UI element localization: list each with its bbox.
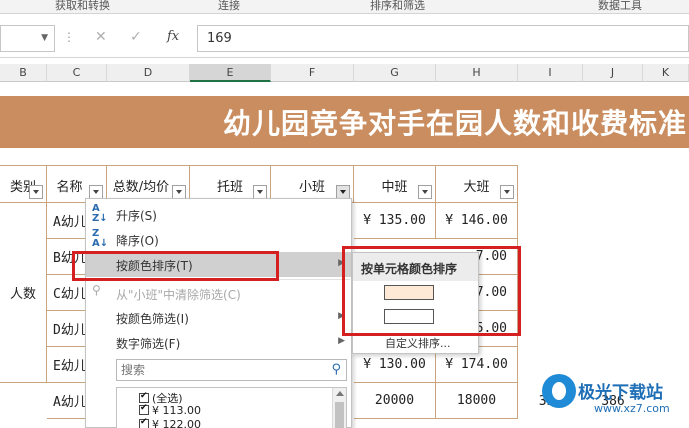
chevron-down-icon[interactable]: ▼ bbox=[41, 33, 48, 43]
chevron-right-icon: ▶ bbox=[338, 336, 345, 346]
column-header-h[interactable]: H bbox=[436, 64, 518, 82]
scroll-up-icon[interactable] bbox=[336, 391, 344, 396]
formula-input[interactable]: 169 bbox=[197, 25, 689, 52]
confirm-icon[interactable]: ✓ bbox=[130, 29, 142, 45]
cancel-icon[interactable]: ✕ bbox=[95, 29, 107, 45]
filter-dropdown-button[interactable] bbox=[500, 185, 514, 199]
insert-function-icon[interactable]: fx bbox=[167, 29, 179, 44]
sort-ascending-icon: A Z↓ bbox=[92, 203, 108, 224]
list-item[interactable]: ¥ 122.00 bbox=[139, 417, 201, 428]
formula-bar: ▼ ⋮ ✕ ✓ fx 169 bbox=[0, 20, 689, 58]
checkbox-checked-icon[interactable] bbox=[139, 417, 149, 428]
table-cell-big-class[interactable]: 18000 bbox=[436, 383, 518, 419]
filter-dropdown-button[interactable] bbox=[253, 185, 267, 199]
table-cell-middle-class[interactable]: 20000 bbox=[354, 383, 436, 419]
table-cell-big-class[interactable]: ¥ 146.00 bbox=[436, 203, 518, 239]
formula-buttons: ✕ ✓ fx bbox=[83, 25, 194, 52]
ribbon-group-connections: 连接 bbox=[218, 0, 240, 12]
header-name-label: 名称 bbox=[56, 180, 83, 195]
watermark-name: 极光下载站 bbox=[578, 383, 663, 403]
search-icon[interactable]: ⚲ bbox=[331, 362, 341, 377]
column-header-g[interactable]: G bbox=[354, 64, 436, 82]
menu-item-number-filter[interactable]: 数字筛选(F) ▶ bbox=[86, 330, 351, 355]
header-middle-class: 中班 bbox=[354, 165, 436, 203]
column-header-c[interactable]: C bbox=[47, 64, 107, 82]
column-header-b[interactable]: B bbox=[0, 64, 47, 82]
site-logo-icon bbox=[542, 374, 576, 408]
watermark-url: www.xz7.com bbox=[594, 402, 670, 415]
list-scrollbar[interactable] bbox=[332, 388, 346, 428]
header-big-class: 大班 bbox=[436, 165, 518, 203]
menu-item-filter-by-color[interactable]: 按颜色筛选(I) ▶ bbox=[86, 305, 351, 330]
column-header-i[interactable]: I bbox=[518, 64, 583, 82]
filter-value-list: (全选) ¥ 113.00 ¥ 122.00 bbox=[116, 387, 347, 428]
ribbon-group-sort-filter: 排序和筛选 bbox=[370, 0, 425, 12]
menu-item-clear-filter[interactable]: ⚲ 从"小班"中清除筛选(C) bbox=[86, 281, 351, 306]
checkbox-checked-icon[interactable] bbox=[139, 391, 149, 403]
column-header-k[interactable]: K bbox=[643, 64, 689, 82]
list-item[interactable]: ¥ 113.00 bbox=[139, 403, 201, 417]
ribbon-group-get-transform: 获取和转换 bbox=[55, 0, 110, 12]
table-cell-middle-class[interactable]: ¥ 135.00 bbox=[354, 203, 436, 239]
column-header-j[interactable]: J bbox=[583, 64, 643, 82]
ribbon-group-bar: 获取和转换 连接 排序和筛选 数据工具 bbox=[0, 0, 689, 14]
category-cell[interactable]: 人数 bbox=[0, 203, 47, 383]
filter-dropdown-button[interactable] bbox=[172, 185, 186, 199]
filter-dropdown-button[interactable] bbox=[89, 185, 103, 199]
header-category: 类别 bbox=[0, 165, 47, 203]
checkbox-checked-icon[interactable] bbox=[139, 403, 149, 415]
highlight-box-submenu bbox=[342, 246, 521, 336]
filter-menu: A Z↓ 升序(S) Z A↓ 降序(O) 按颜色排序(T) ▶ ⚲ 从"小班"中清… bbox=[85, 198, 352, 428]
custom-sort-item[interactable]: 自定义排序... bbox=[385, 335, 451, 351]
more-icon[interactable]: ⋮ bbox=[63, 30, 75, 44]
sort-descending-icon: Z A↓ bbox=[92, 228, 109, 249]
filter-search-box[interactable]: ⚲ bbox=[116, 359, 347, 381]
scrollbar-thumb[interactable] bbox=[335, 402, 344, 428]
filter-search-input[interactable] bbox=[121, 361, 321, 379]
column-header-d[interactable]: D bbox=[107, 64, 190, 82]
filter-dropdown-button[interactable] bbox=[29, 185, 43, 199]
sheet-title: 幼儿园竞争对手在园人数和收费标准 bbox=[222, 107, 687, 140]
filter-dropdown-button[interactable] bbox=[418, 185, 432, 199]
header-total-label: 总数/均价 bbox=[112, 180, 170, 195]
column-header-e[interactable]: E bbox=[190, 64, 271, 82]
filter-dropdown-button-active[interactable] bbox=[336, 185, 350, 199]
menu-item-sort-ascending[interactable]: A Z↓ 升序(S) bbox=[86, 202, 351, 227]
column-header-f[interactable]: F bbox=[271, 64, 354, 82]
menu-item-sort-descending[interactable]: Z A↓ 降序(O) bbox=[86, 227, 351, 252]
title-banner: 幼儿园竞争对手在园人数和收费标准 bbox=[0, 96, 689, 148]
clear-filter-icon: ⚲ bbox=[92, 283, 101, 297]
highlight-box-menu bbox=[72, 251, 279, 281]
watermark: 极光下载站 www.xz7.com bbox=[540, 370, 689, 428]
ribbon-group-data-tools: 数据工具 bbox=[598, 0, 642, 12]
name-box[interactable]: ▼ bbox=[0, 25, 55, 52]
